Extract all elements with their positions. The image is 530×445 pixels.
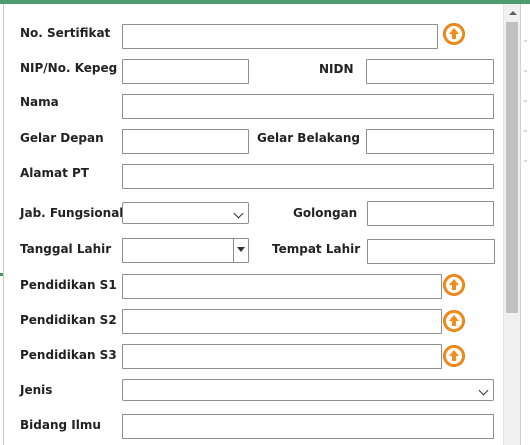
bidang-ilmu-input[interactable] [122, 414, 494, 439]
nama-input[interactable] [122, 94, 494, 119]
gelar-depan-label: Gelar Depan [20, 131, 104, 145]
edge-mark [524, 70, 527, 72]
edge-mark [524, 40, 527, 42]
jenis-label: Jenis [20, 383, 53, 397]
scroll-up-arrow-icon[interactable] [504, 4, 521, 21]
triangle-down-icon [237, 247, 245, 252]
scroll-thumb[interactable] [506, 22, 518, 313]
pendidikan-s3-label: Pendidikan S3 [20, 348, 117, 362]
jab-fungsional-label: Jab. Fungsional [20, 206, 124, 220]
window-right-edge [520, 4, 530, 445]
upload-arrow-icon[interactable] [443, 345, 465, 367]
pendidikan-s2-input[interactable] [122, 309, 442, 334]
nidn-label: NIDN [319, 62, 354, 76]
tanggal-lahir-datepicker[interactable] [122, 238, 249, 263]
golongan-input[interactable] [367, 201, 494, 226]
golongan-label: Golongan [293, 206, 358, 220]
jenis-select[interactable] [122, 379, 494, 401]
jab-fungsional-select[interactable] [122, 202, 249, 224]
chevron-down-icon [233, 208, 244, 219]
upload-arrow-icon[interactable] [443, 274, 465, 296]
chevron-down-icon [478, 385, 489, 396]
edge-mark [524, 100, 527, 102]
upload-arrow-icon[interactable] [443, 310, 465, 332]
pendidikan-s1-label: Pendidikan S1 [20, 278, 117, 292]
gelar-belakang-input[interactable] [366, 129, 494, 154]
no-sertifikat-input[interactable] [122, 24, 438, 49]
dialog-window: No. Sertifikat NIP/No. Kepeg NIDN Nama G… [0, 0, 530, 445]
alamat-pt-label: Alamat PT [20, 166, 89, 180]
lecturer-form: No. Sertifikat NIP/No. Kepeg NIDN Nama G… [4, 4, 503, 445]
bidang-ilmu-label: Bidang Ilmu [20, 418, 101, 432]
tempat-lahir-input[interactable] [367, 239, 495, 264]
nip-input[interactable] [122, 59, 249, 84]
nidn-input[interactable] [366, 59, 494, 84]
pendidikan-s2-label: Pendidikan S2 [20, 313, 117, 327]
nip-label: NIP/No. Kepeg [20, 61, 118, 75]
alamat-pt-input[interactable] [122, 164, 494, 189]
edge-mark [524, 130, 527, 132]
pendidikan-s3-input[interactable] [122, 344, 442, 369]
pendidikan-s1-input[interactable] [122, 274, 442, 299]
tanggal-lahir-label: Tanggal Lahir [20, 242, 112, 256]
edge-mark [524, 160, 527, 162]
nama-label: Nama [20, 95, 59, 109]
tempat-lahir-label: Tempat Lahir [272, 242, 361, 256]
background-green-accent [0, 273, 3, 276]
upload-arrow-icon[interactable] [443, 23, 465, 45]
no-sertifikat-label: No. Sertifikat [20, 26, 111, 40]
gelar-depan-input[interactable] [122, 129, 249, 154]
date-dropdown-button[interactable] [233, 239, 248, 262]
vertical-scrollbar[interactable] [503, 4, 521, 445]
gelar-belakang-label: Gelar Belakang [257, 131, 361, 145]
